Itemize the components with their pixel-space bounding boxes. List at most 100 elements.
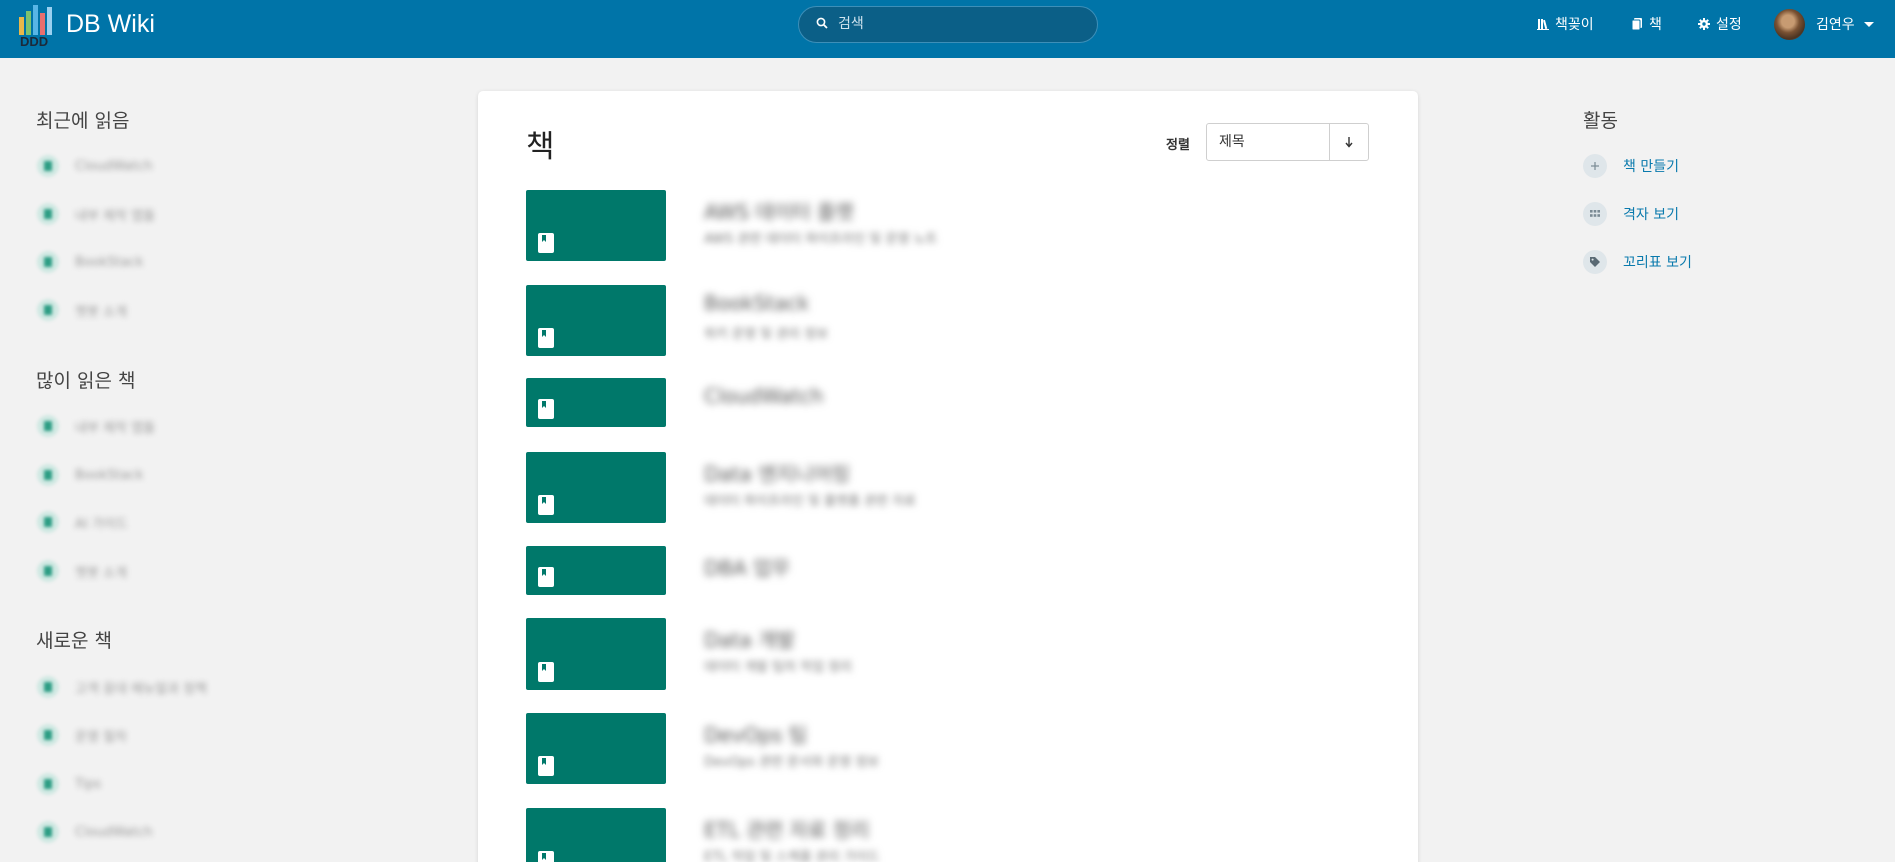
book-icon	[538, 495, 554, 515]
shelves-icon	[1537, 19, 1549, 30]
nav-shelves-label: 책꽂이	[1555, 17, 1594, 33]
book-description: AWS 관련 데이터 파이프라인 및 운영 노트	[704, 232, 938, 247]
tag-icon	[1583, 250, 1607, 274]
book-icon	[538, 399, 554, 419]
new-item-label: CloudWatch	[75, 824, 153, 840]
book-icon	[37, 203, 59, 225]
recent-item-label: BookStack	[75, 254, 144, 270]
user-name[interactable]: 김연우	[1816, 14, 1855, 34]
sort-select[interactable]: 제목	[1206, 123, 1330, 161]
recent-item-label: CloudWatch	[75, 158, 153, 174]
book-description: ETL 작업 및 스케줄 관리 가이드	[704, 850, 880, 862]
book-title[interactable]: AWS 데이터 플랫	[704, 196, 854, 225]
new-item-label: 운영 절차	[75, 729, 127, 745]
app-logo-icon[interactable]: DDD	[19, 3, 55, 47]
new-heading: 새로운 책	[36, 630, 112, 652]
book-title[interactable]: Data 개발	[704, 624, 795, 653]
nav-settings-link[interactable]: 설정	[1698, 14, 1742, 34]
app-title[interactable]: DB Wiki	[66, 10, 155, 39]
book-icon	[538, 851, 554, 862]
book-icon	[37, 415, 59, 437]
book-icon	[37, 511, 59, 533]
recent-item[interactable]: 내부 제작 앱들	[37, 203, 155, 225]
sort-label: 정렬	[1166, 138, 1190, 153]
book-title[interactable]: DevOps 팀	[704, 719, 807, 748]
popular-item-label: 챗봇 소개	[75, 565, 127, 581]
book-icon	[37, 155, 59, 177]
book-icon	[538, 328, 554, 348]
recent-item[interactable]: BookStack	[37, 251, 143, 273]
book-cover[interactable]	[526, 452, 666, 523]
book-title[interactable]: DBA 업무	[704, 552, 790, 581]
popular-item-label: BookStack	[75, 467, 144, 483]
book-icon	[37, 560, 59, 582]
nav-shelves-link[interactable]: 책꽂이	[1537, 14, 1594, 34]
search-input[interactable]	[838, 13, 1078, 35]
new-item[interactable]: 운영 절차	[37, 724, 127, 746]
create-book-label: 책 만들기	[1623, 159, 1679, 175]
book-cover[interactable]	[526, 190, 666, 261]
book-title[interactable]: BookStack	[704, 291, 809, 315]
gear-icon	[1698, 18, 1710, 30]
sort-direction-button[interactable]	[1329, 123, 1369, 161]
book-cover[interactable]	[526, 808, 666, 862]
popular-item[interactable]: BookStack	[37, 464, 143, 486]
tags-view-label: 꼬리표 보기	[1623, 255, 1692, 271]
recent-item-label: 챗봇 소개	[75, 304, 127, 320]
popular-item[interactable]: AI 가이드	[37, 511, 128, 533]
nav-books-label: 책	[1649, 17, 1662, 33]
book-icon	[37, 773, 59, 795]
recent-heading: 최근에 읽음	[36, 110, 130, 132]
book-title[interactable]: CloudWatch	[704, 384, 823, 408]
book-icon	[37, 821, 59, 843]
book-icon	[538, 756, 554, 776]
popular-item[interactable]: 챗봇 소개	[37, 560, 127, 582]
book-cover[interactable]	[526, 285, 666, 356]
chevron-down-icon[interactable]	[1864, 22, 1874, 27]
new-item-label: Tips	[75, 776, 102, 792]
book-cover[interactable]	[526, 713, 666, 784]
new-item[interactable]: Tips	[37, 773, 101, 795]
book-title[interactable]: ETL 관련 자료 정리	[704, 814, 869, 843]
book-title[interactable]: Data 엔지니어링	[704, 458, 850, 487]
tags-view-link[interactable]: 꼬리표 보기	[1583, 250, 1692, 274]
book-icon	[37, 299, 59, 321]
grid-view-label: 격자 보기	[1623, 207, 1679, 223]
popular-item-label: AI 가이드	[75, 516, 128, 532]
grid-view-link[interactable]: 격자 보기	[1583, 202, 1679, 226]
popular-item-label: 내부 제작 앱들	[75, 420, 156, 436]
book-icon	[538, 567, 554, 587]
new-item-label: 고객 응대 매뉴얼과 정책	[75, 681, 207, 697]
activity-heading: 활동	[1583, 110, 1618, 132]
nav-settings-label: 설정	[1716, 17, 1742, 33]
popular-item[interactable]: 내부 제작 앱들	[37, 415, 155, 437]
book-description: 위키 운영 및 관리 정보	[704, 327, 829, 342]
nav-books-link[interactable]: 책	[1631, 14, 1662, 34]
search-icon	[816, 17, 828, 29]
book-cover[interactable]	[526, 378, 666, 427]
books-icon	[1631, 18, 1642, 30]
recent-item[interactable]: 챗봇 소개	[37, 299, 127, 321]
page-title: 책	[526, 129, 555, 165]
book-icon	[37, 676, 59, 698]
user-avatar[interactable]	[1774, 9, 1805, 40]
new-item[interactable]: 고객 응대 매뉴얼과 정책	[37, 676, 207, 698]
create-book-link[interactable]: 책 만들기	[1583, 154, 1679, 178]
arrow-down-icon	[1345, 137, 1353, 148]
books-card: 책 정렬 제목 AWS 데이터 플랫 AWS 관련 데이터 파이프라인 및 운영…	[478, 91, 1418, 862]
top-header: DDD DB Wiki 책꽂이 책	[0, 0, 1895, 58]
svg-text:DDD: DDD	[20, 34, 48, 47]
book-icon	[37, 724, 59, 746]
book-cover[interactable]	[526, 546, 666, 595]
recent-item-label: 내부 제작 앱들	[75, 208, 156, 224]
recent-item[interactable]: CloudWatch	[37, 155, 153, 177]
book-description: 데이터 개발 팀의 작업 정리	[704, 660, 853, 675]
book-icon	[37, 251, 59, 273]
grid-icon	[1583, 202, 1607, 226]
book-cover[interactable]	[526, 618, 666, 690]
book-icon	[37, 464, 59, 486]
book-icon	[538, 233, 554, 253]
new-item[interactable]: CloudWatch	[37, 821, 153, 843]
popular-heading: 많이 읽은 책	[36, 370, 136, 392]
book-description: DevOps 관련 문서와 운영 정보	[704, 755, 880, 770]
